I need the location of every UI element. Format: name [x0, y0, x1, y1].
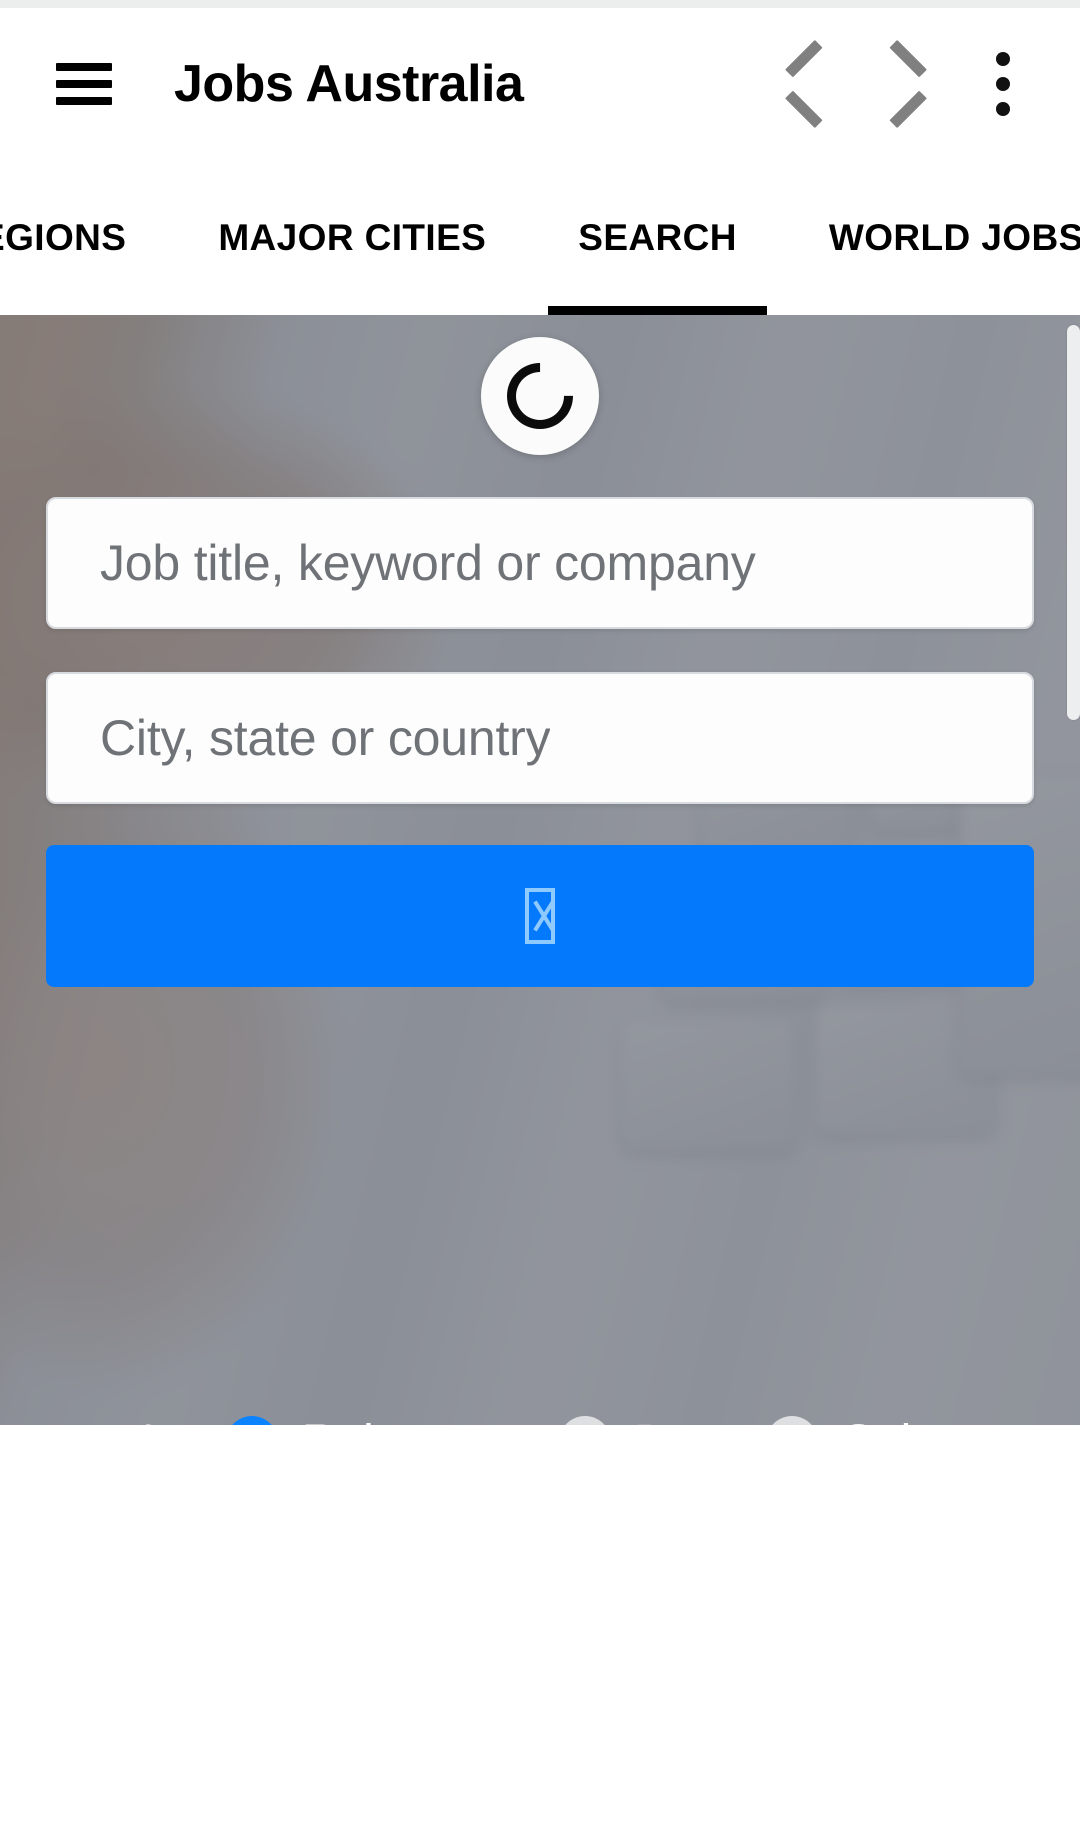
tab-label: EGIONS — [0, 216, 127, 258]
tab-label: SEARCH — [578, 216, 737, 258]
loading-spinner-icon — [481, 337, 599, 455]
app-bar-actions — [754, 34, 1040, 134]
page-title: Jobs Australia — [174, 55, 524, 113]
kebab-dot — [996, 77, 1010, 91]
chevron-left-icon — [785, 55, 819, 113]
hamburger-menu-icon[interactable] — [56, 63, 112, 105]
sort-option-label: Salary — [842, 1415, 978, 1426]
sort-option-label: Date — [635, 1415, 736, 1426]
sort-option-salary[interactable]: Salary — [765, 1415, 978, 1426]
missing-glyph-tofu-icon — [525, 888, 555, 944]
radio-button-icon[interactable] — [558, 1416, 611, 1425]
hero-content: Job title, keyword or company City, stat… — [0, 315, 1080, 1425]
hamburger-bar — [56, 63, 112, 71]
hamburger-bar — [56, 97, 112, 105]
vertical-scrollbar[interactable] — [1067, 325, 1080, 720]
tab-search[interactable]: SEARCH — [532, 160, 783, 315]
app-root: Jobs Australia EGIONS MAJOR CITIES — [0, 0, 1080, 1846]
sort-option-relevance[interactable]: Relevance — [225, 1415, 529, 1426]
radio-button-icon[interactable] — [225, 1416, 278, 1425]
status-strip — [0, 0, 1080, 8]
tab-major-cities[interactable]: MAJOR CITIES — [172, 160, 532, 315]
tab-underline — [548, 306, 767, 315]
kebab-dot — [996, 102, 1010, 116]
back-button[interactable] — [754, 36, 850, 132]
hero-search-panel: Job title, keyword or company City, stat… — [0, 315, 1080, 1425]
tab-world-jobs[interactable]: WORLD JOBS — [783, 160, 1080, 315]
kebab-menu-icon[interactable] — [966, 34, 1040, 134]
app-bar: Jobs Australia — [0, 8, 1080, 160]
chevron-right-icon — [891, 55, 925, 113]
hamburger-bar — [56, 80, 112, 88]
sort-option-date[interactable]: Date — [558, 1415, 736, 1426]
keyword-search-input[interactable]: Job title, keyword or company — [46, 497, 1034, 629]
tab-label: WORLD JOBS — [828, 216, 1080, 258]
location-search-input[interactable]: City, state or country — [46, 672, 1034, 804]
sort-option-label: Relevance — [302, 1415, 529, 1426]
sort-by-label: Sort by — [46, 1415, 192, 1425]
keyword-input-placeholder: Job title, keyword or company — [100, 535, 756, 591]
forward-button[interactable] — [860, 36, 956, 132]
kebab-dot — [996, 52, 1010, 66]
spinner-arc — [493, 349, 587, 443]
sort-by-row: Sort by Relevance Date Salary — [46, 1403, 978, 1425]
tab-label: MAJOR CITIES — [218, 216, 487, 258]
radio-button-icon[interactable] — [765, 1416, 818, 1425]
tab-bar[interactable]: EGIONS MAJOR CITIES SEARCH WORLD JOBS — [0, 160, 1080, 315]
tab-list: EGIONS MAJOR CITIES SEARCH WORLD JOBS — [0, 160, 1080, 315]
tab-regions[interactable]: EGIONS — [0, 160, 172, 315]
page-body-empty — [0, 1425, 1080, 1846]
sort-radio-group[interactable]: Relevance Date Salary — [225, 1415, 978, 1426]
location-input-placeholder: City, state or country — [100, 710, 551, 766]
search-button[interactable] — [46, 845, 1034, 987]
